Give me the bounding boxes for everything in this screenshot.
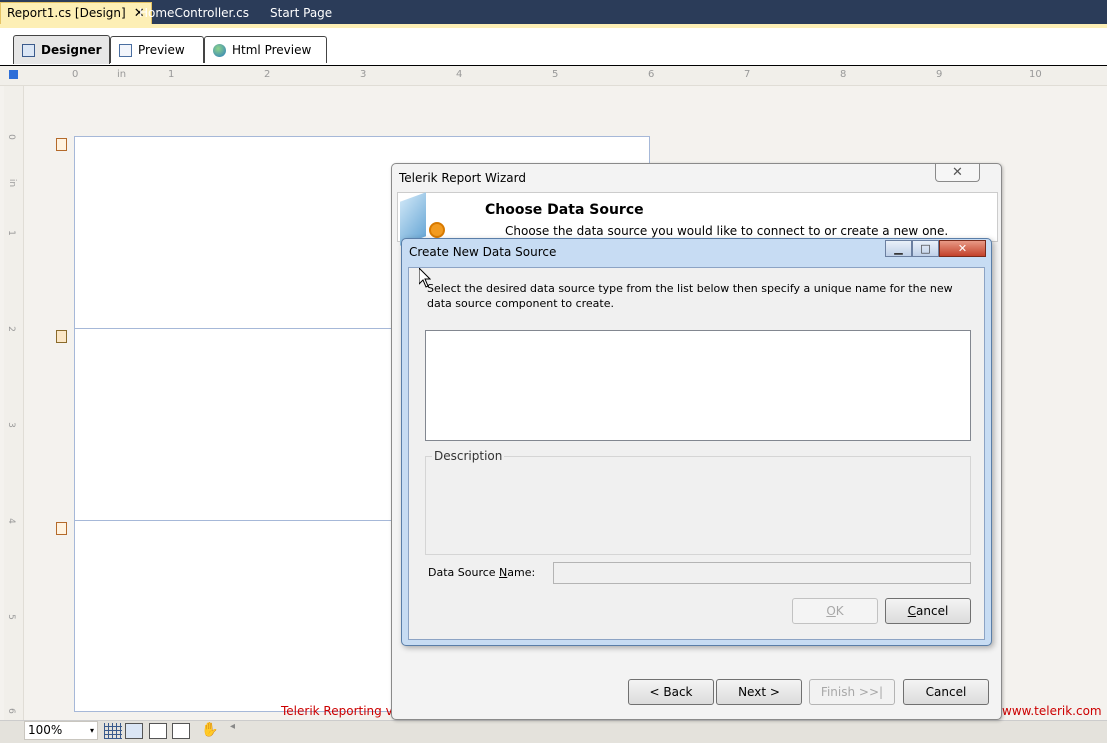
tab-designer-label: Designer: [41, 43, 102, 57]
dialog-instruction-text: Select the desired data source type from…: [427, 282, 953, 310]
detail-section-icon[interactable]: [56, 330, 67, 343]
preview-icon: [119, 43, 132, 57]
button-label: K: [835, 604, 844, 618]
ruler-tick: 9: [936, 69, 943, 80]
vertical-ruler: 0 in 1 2 3 4 5 6: [4, 86, 24, 720]
button-label: ancel: [916, 604, 949, 618]
doc-tab-start-page[interactable]: Start Page: [264, 3, 338, 24]
dimensions-icon[interactable]: [172, 723, 190, 739]
back-button[interactable]: < Back: [628, 679, 714, 705]
maximize-button[interactable]: □: [912, 240, 939, 257]
ruler-tick: 1: [168, 69, 175, 80]
minimize-button[interactable]: ▁: [885, 240, 912, 257]
access-key: C: [907, 604, 917, 618]
wizard-close-button[interactable]: ✕: [935, 164, 980, 182]
dialog-body: Select the desired data source type from…: [408, 267, 985, 640]
ruler-tick: 0: [5, 134, 16, 140]
page-footer-section-icon[interactable]: [56, 522, 67, 535]
telerik-watermark-url: www.telerik.com: [1002, 704, 1102, 718]
grid-icon[interactable]: [104, 723, 122, 739]
wizard-cancel-button[interactable]: Cancel: [903, 679, 989, 705]
ok-button[interactable]: OK: [792, 598, 878, 624]
snap-to-grid-icon[interactable]: [125, 723, 143, 739]
ruler-tick: 0: [72, 69, 79, 80]
ruler-corner-button[interactable]: [9, 70, 18, 79]
designer-icon: [22, 43, 35, 57]
tab-designer[interactable]: Designer: [13, 35, 110, 64]
ruler-tick: 4: [5, 518, 16, 524]
dialog-title: Create New Data Source: [409, 245, 557, 259]
ruler-tick: 3: [360, 69, 367, 80]
ruler-tick: 10: [1029, 69, 1042, 80]
doc-tab-label: Start Page: [270, 6, 333, 20]
doc-tab-label: HomeController.cs: [139, 6, 250, 20]
description-groupbox: Description: [425, 449, 971, 555]
next-button[interactable]: Next >: [716, 679, 802, 705]
wizard-step-description: Choose the data source you would like to…: [505, 224, 949, 238]
tab-html-preview-label: Html Preview: [232, 43, 312, 57]
zoom-combobox[interactable]: 100% ▾: [24, 721, 98, 740]
label-text: ame:: [507, 566, 536, 579]
access-key: O: [826, 604, 836, 618]
horizontal-ruler: 0 in 1 2 3 4 5 6 7 8 9 10: [0, 66, 1107, 86]
ruler-tick: 5: [5, 614, 16, 620]
ruler-tick: 2: [5, 326, 16, 332]
ruler-tick: 8: [840, 69, 847, 80]
finish-button[interactable]: Finish >>|: [809, 679, 895, 705]
ruler-tick: 6: [5, 708, 16, 714]
zoom-value: 100%: [28, 723, 63, 737]
doc-tab-report1-design[interactable]: Report1.cs [Design] ✕: [0, 2, 152, 25]
create-data-source-dialog: Create New Data Source ▁ □ ✕ Select the …: [401, 238, 992, 646]
view-tab-strip: Designer Preview Html Preview: [0, 28, 1107, 66]
ruler-tick: 2: [264, 69, 271, 80]
data-source-name-label: Data Source Name:: [428, 566, 535, 579]
chevron-down-icon[interactable]: ▾: [90, 722, 94, 739]
doc-tab-label: Report1.cs [Design]: [7, 6, 126, 20]
wizard-step-heading: Choose Data Source: [485, 202, 644, 218]
snap-to-lines-icon[interactable]: [149, 723, 167, 739]
doc-tab-homecontroller[interactable]: HomeController.cs: [133, 3, 255, 24]
data-source-name-input[interactable]: [553, 562, 971, 584]
document-tab-strip: Report1.cs [Design] ✕ HomeController.cs S…: [0, 0, 1107, 25]
ruler-tick: 7: [744, 69, 751, 80]
ruler-tick: 1: [5, 230, 16, 236]
description-label: Description: [432, 449, 505, 463]
ruler-tick: 5: [552, 69, 559, 80]
globe-icon: [213, 43, 226, 57]
ruler-unit: in: [117, 69, 127, 80]
data-source-type-list[interactable]: [425, 330, 971, 441]
scroll-left-icon[interactable]: ◂: [230, 721, 235, 732]
ruler-tick: 4: [456, 69, 463, 80]
page-header-section-icon[interactable]: [56, 138, 67, 151]
dialog-cancel-button[interactable]: Cancel: [885, 598, 971, 624]
wizard-title: Telerik Report Wizard: [399, 171, 526, 185]
ruler-tick: 6: [648, 69, 655, 80]
tab-preview-label: Preview: [138, 43, 185, 57]
tab-html-preview[interactable]: Html Preview: [204, 36, 327, 63]
hand-pan-icon[interactable]: ✋: [201, 722, 218, 738]
ruler-unit: in: [7, 178, 18, 188]
label-text: Data Source: [428, 566, 500, 579]
dialog-close-button[interactable]: ✕: [939, 240, 986, 257]
mouse-cursor-icon: [419, 268, 431, 288]
telerik-watermark-text: Telerik Reporting v7.: [281, 704, 405, 718]
gear-icon: [429, 222, 445, 238]
ruler-tick: 3: [5, 422, 16, 428]
tab-preview[interactable]: Preview: [110, 36, 204, 63]
